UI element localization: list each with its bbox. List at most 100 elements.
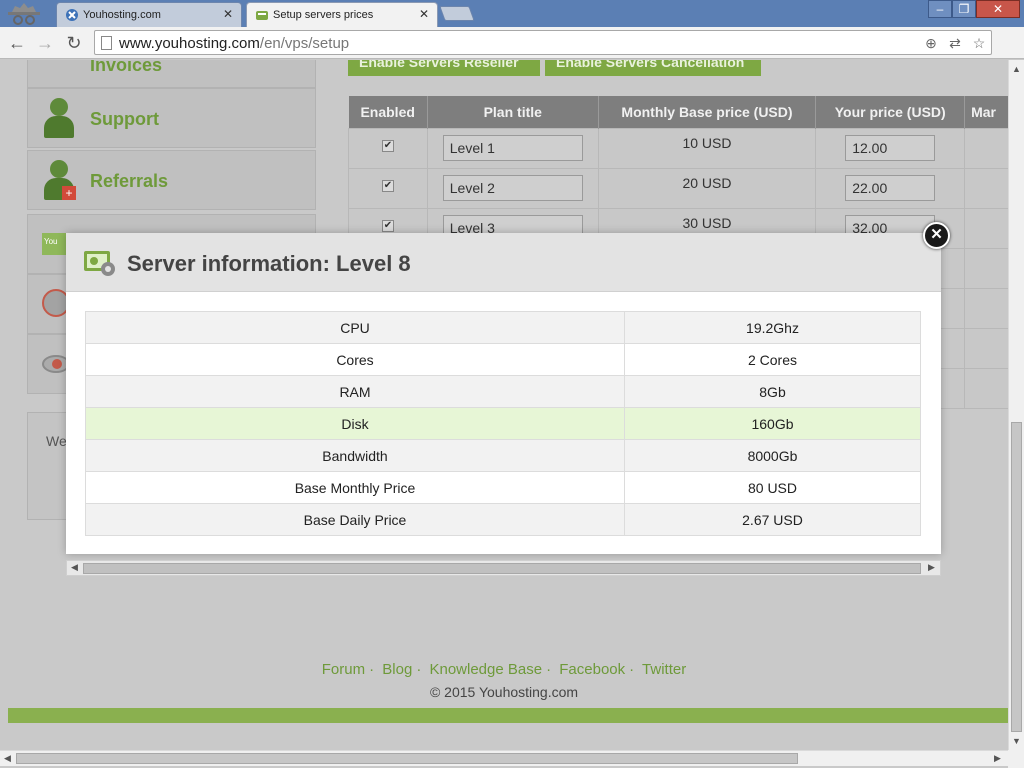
spec-value: 8000Gb xyxy=(624,439,921,472)
enabled-checkbox[interactable]: ✔ xyxy=(381,219,394,232)
spec-value: 8Gb xyxy=(624,375,921,408)
plan-title-input[interactable]: Level 2 xyxy=(442,174,583,201)
tab-setup-servers[interactable]: Setup servers prices ✕ xyxy=(246,2,438,27)
column-header: Plan title xyxy=(427,96,599,128)
scroll-up-arrow-icon[interactable]: ▲ xyxy=(1012,64,1021,74)
your-price-input[interactable]: 22.00 xyxy=(845,174,936,201)
footer-link-blog[interactable]: Blog xyxy=(382,661,412,678)
youhosting-green-favicon-icon xyxy=(256,11,268,20)
bookmark-star-icon[interactable]: ☆ xyxy=(971,35,987,51)
scroll-right-arrow-icon[interactable]: ▶ xyxy=(928,562,935,573)
column-header: Mar xyxy=(964,96,1008,128)
forward-button[interactable]: → xyxy=(34,32,56,54)
table-row: CPU 19.2Ghz xyxy=(85,311,921,344)
column-header: Monthly Base price (USD) xyxy=(598,96,817,128)
sidebar-item-invoices[interactable]: Invoices xyxy=(27,60,316,88)
youhosting-favicon-icon xyxy=(66,9,78,21)
server-info-modal: Server information: Level 8 CPU 19.2Ghz C… xyxy=(66,233,941,554)
welcome-text: We xyxy=(46,433,67,449)
reload-button[interactable]: ↻ xyxy=(63,32,85,54)
spec-label: Disk xyxy=(85,407,625,440)
modal-title: Server information: Level 8 xyxy=(127,251,411,276)
tab-close-icon[interactable]: ✕ xyxy=(223,7,233,21)
spec-label: Cores xyxy=(85,343,625,376)
url-text: www.youhosting.com/en/vps/setup xyxy=(119,35,350,52)
tab-label: Youhosting.com xyxy=(83,9,161,21)
base-price-cell: 10 USD xyxy=(597,127,817,169)
enabled-checkbox[interactable]: ✔ xyxy=(381,179,394,192)
vertical-scrollbar[interactable]: ▲ ▼ xyxy=(1008,60,1024,750)
sidebar-item-label: Referrals xyxy=(90,171,169,191)
sidebar-item-support[interactable]: Support xyxy=(27,88,316,148)
translate-icon[interactable]: ⇄ xyxy=(947,35,963,51)
server-settings-icon xyxy=(84,251,115,276)
scrollbar-thumb[interactable] xyxy=(1011,422,1022,732)
tab-youhosting[interactable]: Youhosting.com ✕ xyxy=(56,2,242,27)
horizontal-scrollbar[interactable]: ◀ ▶ xyxy=(0,750,1008,766)
footer-link-facebook[interactable]: Facebook xyxy=(559,661,625,678)
footer-links: Forum · Blog · Knowledge Base · Facebook · T… xyxy=(321,661,687,678)
browser-toolbar: ← → ↻ www.youhosting.com/en/vps/setup ⊕ … xyxy=(0,27,1024,74)
table-row: ✔ Level 2 20 USD 22.00 xyxy=(348,167,1008,209)
modal-close-button[interactable]: ✕ xyxy=(923,222,950,249)
tab-label: Setup servers prices xyxy=(273,9,374,21)
plan-title-input[interactable]: Level 1 xyxy=(442,134,583,161)
zoom-icon[interactable]: ⊕ xyxy=(923,35,939,51)
table-row: Disk 160Gb xyxy=(85,407,921,440)
table-header-row: Enabled Plan title Monthly Base price (U… xyxy=(348,96,1008,128)
enabled-checkbox[interactable]: ✔ xyxy=(381,139,394,152)
table-row: Base Daily Price 2.67 USD xyxy=(85,503,921,536)
youhosting-logo-icon: You xyxy=(42,233,68,255)
spec-value: 19.2Ghz xyxy=(624,311,921,344)
column-header: Enabled xyxy=(348,96,428,128)
modal-header: Server information: Level 8 xyxy=(66,233,941,292)
incognito-icon xyxy=(8,3,40,25)
column-header: Your price (USD) xyxy=(815,96,966,128)
sidebar-item-label: Invoices xyxy=(90,60,163,75)
table-row: Bandwidth 8000Gb xyxy=(85,439,921,472)
enable-cancellation-button[interactable]: Enable Servers Cancellation xyxy=(545,60,761,76)
table-row: RAM 8Gb xyxy=(85,375,921,408)
scroll-left-arrow-icon[interactable]: ◀ xyxy=(71,562,78,573)
modal-horizontal-scrollbar[interactable]: ◀ ▶ xyxy=(66,560,941,576)
scrollbar-thumb[interactable] xyxy=(83,563,921,574)
minimize-button[interactable]: – xyxy=(928,0,952,18)
back-button[interactable]: ← xyxy=(6,32,28,54)
footer-bar xyxy=(8,708,1008,723)
copyright-text: © 2015 Youhosting.com xyxy=(429,684,579,700)
table-row: Cores 2 Cores xyxy=(85,343,921,376)
close-window-button[interactable]: ✕ xyxy=(976,0,1020,18)
scrollbar-corner xyxy=(1008,750,1024,768)
maximize-button[interactable]: ❐ xyxy=(952,0,976,18)
sidebar-item-referrals[interactable]: + Referrals xyxy=(27,150,316,210)
page-icon xyxy=(101,36,112,50)
table-row: Base Monthly Price 80 USD xyxy=(85,471,921,504)
scroll-down-arrow-icon[interactable]: ▼ xyxy=(1012,736,1021,746)
footer-link-forum[interactable]: Forum xyxy=(322,661,365,678)
base-price-cell: 20 USD xyxy=(597,167,817,209)
spec-value: 2.67 USD xyxy=(624,503,921,536)
sidebar-item-label: Support xyxy=(90,109,159,129)
spec-label: RAM xyxy=(85,375,625,408)
enable-reseller-button[interactable]: Enable Servers Reseller xyxy=(348,60,540,76)
spec-value: 80 USD xyxy=(624,471,921,504)
spec-label: Base Daily Price xyxy=(85,503,625,536)
tab-close-icon[interactable]: ✕ xyxy=(419,7,429,21)
scroll-right-arrow-icon[interactable]: ▶ xyxy=(994,753,1001,764)
spec-value: 160Gb xyxy=(624,407,921,440)
scroll-left-arrow-icon[interactable]: ◀ xyxy=(4,753,11,764)
support-agent-icon xyxy=(42,98,76,140)
your-price-input[interactable]: 12.00 xyxy=(845,134,936,161)
footer-link-twitter[interactable]: Twitter xyxy=(642,661,686,678)
referrals-icon: + xyxy=(42,160,76,202)
table-row: ✔ Level 1 10 USD 12.00 xyxy=(348,127,1008,169)
new-tab-button[interactable] xyxy=(439,6,475,21)
footer-link-knowledge-base[interactable]: Knowledge Base xyxy=(429,661,542,678)
spec-label: CPU xyxy=(85,311,625,344)
address-bar[interactable]: www.youhosting.com/en/vps/setup ⊕ ⇄ ☆ xyxy=(94,30,992,55)
browser-titlebar: Youhosting.com ✕ Setup servers prices ✕ … xyxy=(0,0,1024,27)
spec-value: 2 Cores xyxy=(624,343,921,376)
scrollbar-thumb[interactable] xyxy=(16,753,798,764)
server-info-table: CPU 19.2Ghz Cores 2 Cores RAM 8Gb Disk 160Gb… xyxy=(85,311,921,536)
spec-label: Bandwidth xyxy=(85,439,625,472)
